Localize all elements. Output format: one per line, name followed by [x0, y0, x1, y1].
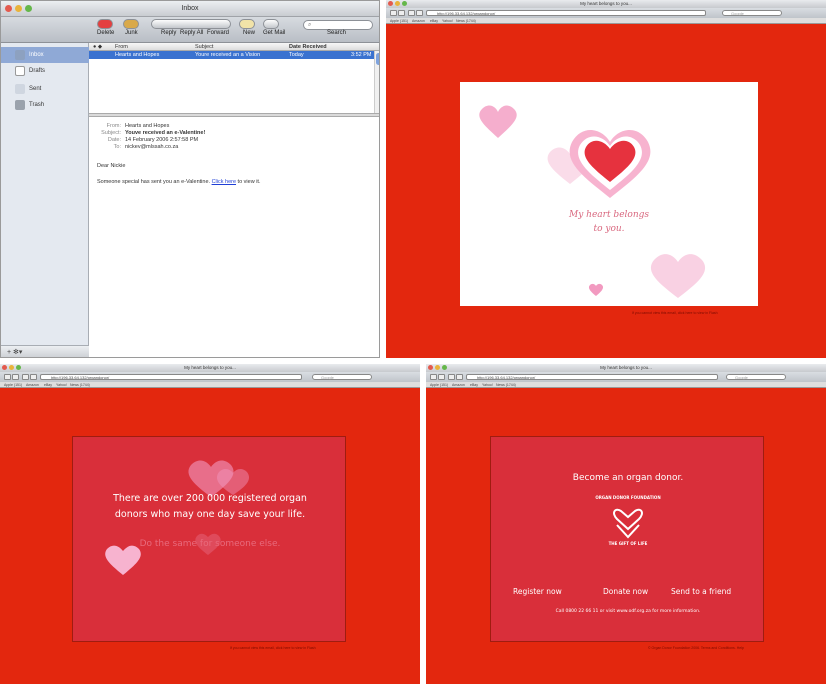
back-icon[interactable]	[390, 10, 397, 16]
sidebar-footer[interactable]: + ✻▾	[1, 345, 89, 357]
contact-info: Call 0800 22 66 11 or visit www.odf.org.…	[555, 609, 701, 614]
donor-call-to-action: Do the same for someone else.	[139, 539, 281, 549]
card-footer[interactable]: If you cannot view this email, click her…	[632, 311, 718, 315]
search-input[interactable]: ⌕	[303, 20, 373, 30]
bookmarks-bar: Apple (151) Amazon eBay Yahoo! News (1744)	[426, 382, 826, 388]
delete-icon[interactable]	[97, 19, 113, 29]
hearts-illustration	[479, 105, 706, 298]
scroll-thumb[interactable]	[376, 53, 379, 65]
junk-icon[interactable]	[123, 19, 139, 29]
sidebar-item-drafts[interactable]: Drafts	[1, 63, 89, 79]
add-bookmark-icon[interactable]	[416, 10, 423, 16]
forward-button[interactable]: Forward	[207, 30, 229, 36]
donate-now-link[interactable]: Donate now	[603, 587, 648, 596]
back-icon[interactable]	[430, 374, 437, 380]
card-footer[interactable]: If you cannot view this email, click her…	[230, 646, 316, 650]
inbox-icon	[15, 50, 25, 60]
message-body: Someone special has sent you an e-Valent…	[97, 179, 261, 185]
trash-icon	[15, 100, 25, 110]
browser-window-1: My heart belongs to you... http://196.33…	[386, 0, 826, 358]
donor-card[interactable]: There are over 200 000 registered organ …	[72, 436, 346, 642]
sidebar-item-trash[interactable]: Trash	[1, 97, 89, 113]
url-field[interactable]: http://196.33.64.132/organdonor/	[426, 10, 706, 16]
logo-bottom-text: THE GIFT OF LIFE	[608, 541, 648, 546]
url-field[interactable]: http://196.33.64.132/organdonor/	[40, 374, 302, 380]
drafts-icon	[15, 66, 25, 76]
back-icon[interactable]	[4, 374, 11, 380]
add-bookmark-icon[interactable]	[30, 374, 37, 380]
message-greeting: Dear Nickie	[97, 163, 126, 169]
register-card[interactable]: Become an organ donor. ORGAN DONOR FOUND…	[490, 436, 764, 642]
google-search-input[interactable]: Google	[312, 374, 372, 380]
card-message: My heart belongs	[569, 210, 649, 220]
junk-button[interactable]: Junk	[125, 30, 138, 36]
donor-stat-line2: donors who may one day save your life.	[114, 509, 306, 520]
new-message-icon[interactable]	[239, 19, 255, 29]
click-here-link[interactable]: Click here	[212, 179, 236, 185]
mail-titlebar: Inbox	[1, 1, 379, 17]
forward-icon[interactable]	[398, 10, 405, 16]
column-date[interactable]: Date Received	[289, 44, 327, 50]
list-scrollbar[interactable]	[374, 51, 379, 113]
tiny-heart-icon	[588, 283, 604, 296]
card-message-2: to you.	[593, 224, 625, 234]
window-title: Inbox	[181, 5, 199, 12]
reply-all-button[interactable]: Reply All	[180, 30, 203, 36]
column-from[interactable]: From	[115, 44, 128, 50]
reload-icon[interactable]	[448, 374, 455, 380]
send-to-friend-link[interactable]: Send to a friend	[671, 587, 731, 596]
google-search-input[interactable]: Google	[726, 374, 786, 380]
sidebar-item-inbox[interactable]: Inbox	[1, 47, 89, 63]
browser-toolbar: http://196.33.64.132/organdonor/ Google	[0, 372, 420, 382]
delete-button[interactable]: Delete	[97, 30, 114, 36]
pink-heart-icon	[105, 545, 141, 575]
forward-icon[interactable]	[12, 374, 19, 380]
sent-icon	[15, 84, 25, 94]
mail-toolbar: Delete Junk Reply Reply All Forward New …	[1, 17, 379, 43]
bottom-heart-icon	[650, 254, 706, 298]
browser-toolbar: http://196.33.64.132/organdonor/ Google	[426, 372, 826, 382]
browser-toolbar: http://196.33.64.132/organdonor/ Google	[386, 8, 826, 18]
register-now-link[interactable]: Register now	[513, 587, 562, 596]
browser-window-3: My heart belongs to you... http://196.33…	[426, 364, 826, 684]
main-heart-icon	[569, 129, 651, 198]
add-bookmark-icon[interactable]	[456, 374, 463, 380]
reply-group-icon[interactable]	[151, 19, 231, 29]
column-subject[interactable]: Subject	[195, 44, 213, 50]
small-heart-icon	[479, 105, 517, 138]
reload-icon[interactable]	[22, 374, 29, 380]
get-mail-button[interactable]: Get Mail	[263, 30, 285, 36]
list-header: ● ◆ From Subject Date Received	[89, 43, 379, 51]
card-footer[interactable]: © Organ Donor Foundation 2006. Terms and…	[648, 646, 744, 650]
reload-icon[interactable]	[408, 10, 415, 16]
google-search-input[interactable]: Google	[722, 10, 782, 16]
sidebar-item-sent[interactable]: Sent	[1, 81, 89, 97]
browser-window-2: My heart belongs to you... http://196.33…	[0, 364, 420, 684]
browser-titlebar: My heart belongs to you...	[426, 364, 826, 372]
mailbox-sidebar: Inbox Drafts Sent Trash + ✻▾	[1, 43, 89, 357]
get-mail-icon[interactable]	[263, 19, 279, 29]
glow-heart-icon	[188, 460, 250, 497]
search-label: Search	[327, 30, 347, 36]
bookmarks-bar: Apple (151) Amazon eBay Yahoo! News (1744)	[0, 382, 420, 388]
flag-column[interactable]: ● ◆	[93, 44, 102, 50]
reply-button[interactable]: Reply	[161, 30, 176, 36]
browser-titlebar: My heart belongs to you...	[0, 364, 420, 372]
mail-window: Inbox Delete Junk Reply Reply All Forwar…	[0, 0, 380, 358]
url-field[interactable]: http://196.33.64.132/organdonor/	[466, 374, 718, 380]
valentine-card[interactable]: My heart belongs to you.	[460, 82, 758, 306]
new-button[interactable]: New	[243, 30, 255, 36]
browser-titlebar: My heart belongs to you...	[386, 0, 826, 8]
message-viewer: From: Hearts and Hopes Subject: Youve rece…	[89, 117, 379, 357]
donor-stat-line1: There are over 200 000 registered organ	[113, 493, 307, 504]
bookmarks-bar: Apple (151) Amazon eBay Yahoo! News (1744)	[386, 18, 826, 24]
forward-icon[interactable]	[438, 374, 445, 380]
table-row[interactable]: Hearts and Hopes Youre received an a Vis…	[89, 51, 379, 59]
message-list: ● ◆ From Subject Date Received Hearts an…	[89, 43, 379, 113]
